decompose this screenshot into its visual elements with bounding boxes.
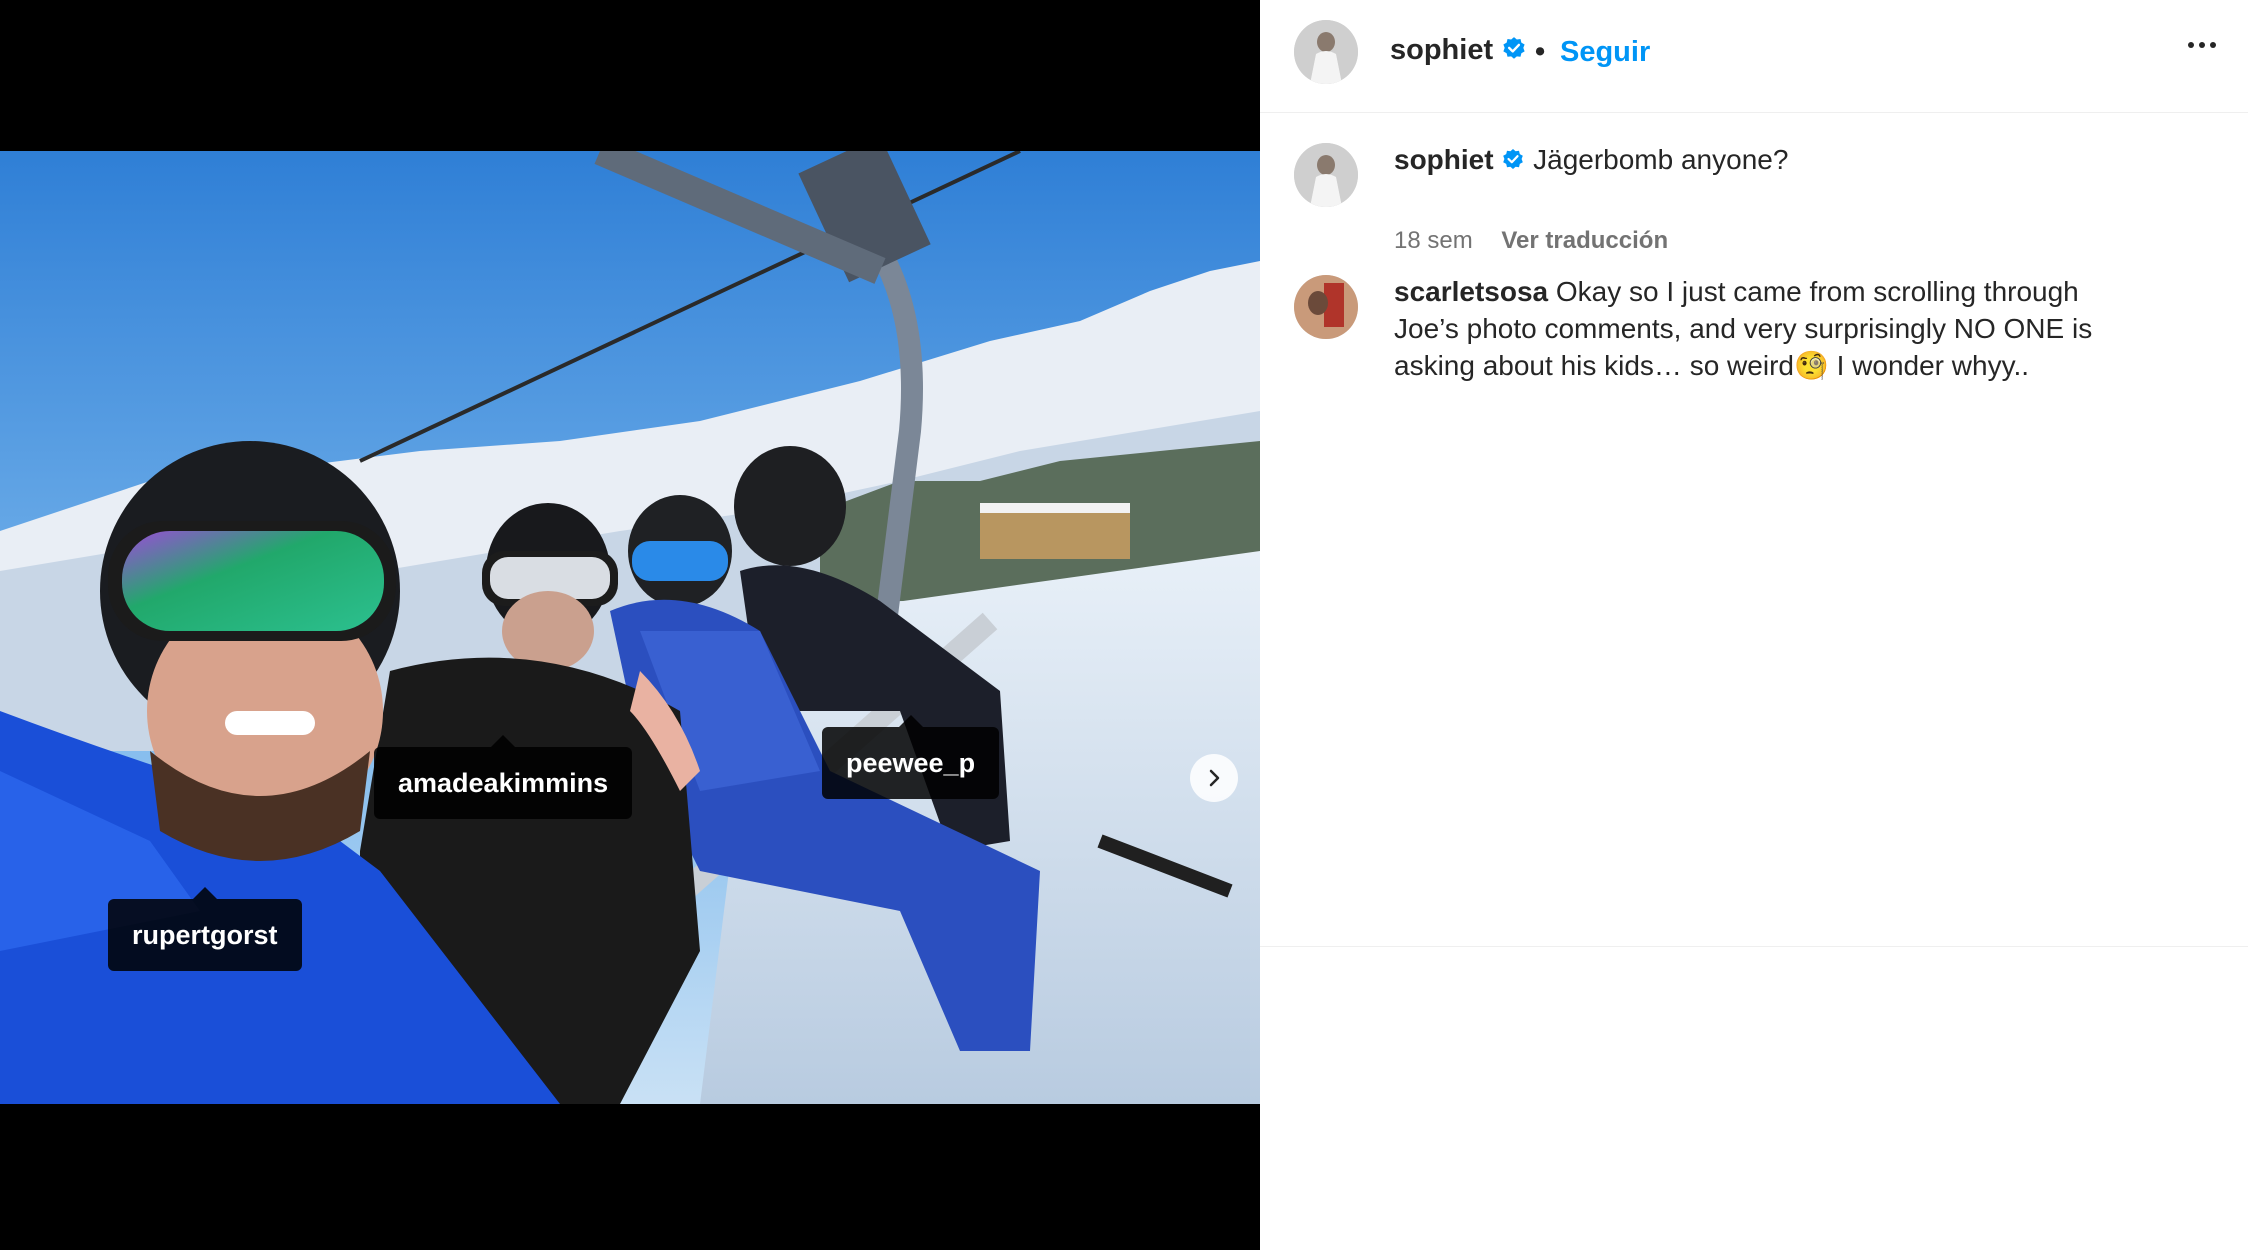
post-sidebar: sophiet • Seguir sophiet Jägerbomb anyon… (1260, 0, 2248, 1250)
post-media: rupertgorst amadeakimmins peewee_p (0, 0, 1260, 1250)
avatar-image (1294, 275, 1358, 339)
carousel-next-button[interactable] (1190, 754, 1238, 802)
commenter-avatar[interactable] (1294, 275, 1358, 339)
translate-link[interactable]: Ver traducción (1501, 227, 1668, 254)
comment-body: scarletsosa Okay so I just came from scr… (1394, 273, 2134, 384)
post-caption: sophiet Jägerbomb anyone? 18 sem Ver tra… (1260, 141, 2248, 254)
author-username-row[interactable]: sophiet (1390, 34, 1527, 67)
avatar-image (1294, 20, 1358, 84)
post-photo[interactable]: rupertgorst amadeakimmins peewee_p (0, 151, 1260, 1104)
verified-badge-icon (1503, 37, 1525, 59)
header-separator: • (1535, 36, 1546, 68)
comment-username[interactable]: scarletsosa (1394, 276, 1548, 307)
caption-meta: 18 sem Ver traducción (1394, 227, 1690, 255)
author-avatar[interactable] (1294, 20, 1358, 84)
comments-list[interactable]: sophiet Jägerbomb anyone? 18 sem Ver tra… (1260, 113, 2248, 947)
image-tag[interactable]: rupertgorst (108, 887, 302, 971)
author-username[interactable]: sophiet (1390, 34, 1493, 66)
verified-badge-icon (1503, 149, 1524, 169)
chevron-right-icon (1209, 769, 1220, 787)
image-tag[interactable]: peewee_p (822, 715, 1000, 799)
caption-username[interactable]: sophiet (1394, 144, 1494, 175)
instagram-post-view: rupertgorst amadeakimmins peewee_p sophi… (0, 0, 2248, 1250)
caption-avatar[interactable] (1294, 143, 1358, 207)
image-tag[interactable]: amadeakimmins (374, 735, 633, 819)
more-options-icon[interactable] (2188, 42, 2216, 48)
caption-time[interactable]: 18 sem (1394, 227, 1473, 254)
avatar-image (1294, 143, 1358, 207)
follow-button[interactable]: Seguir (1560, 36, 1650, 69)
caption-text: Jägerbomb anyone? (1533, 144, 1789, 175)
post-header: sophiet • Seguir (1260, 0, 2248, 113)
caption-text-row: sophiet Jägerbomb anyone? (1394, 141, 2134, 178)
